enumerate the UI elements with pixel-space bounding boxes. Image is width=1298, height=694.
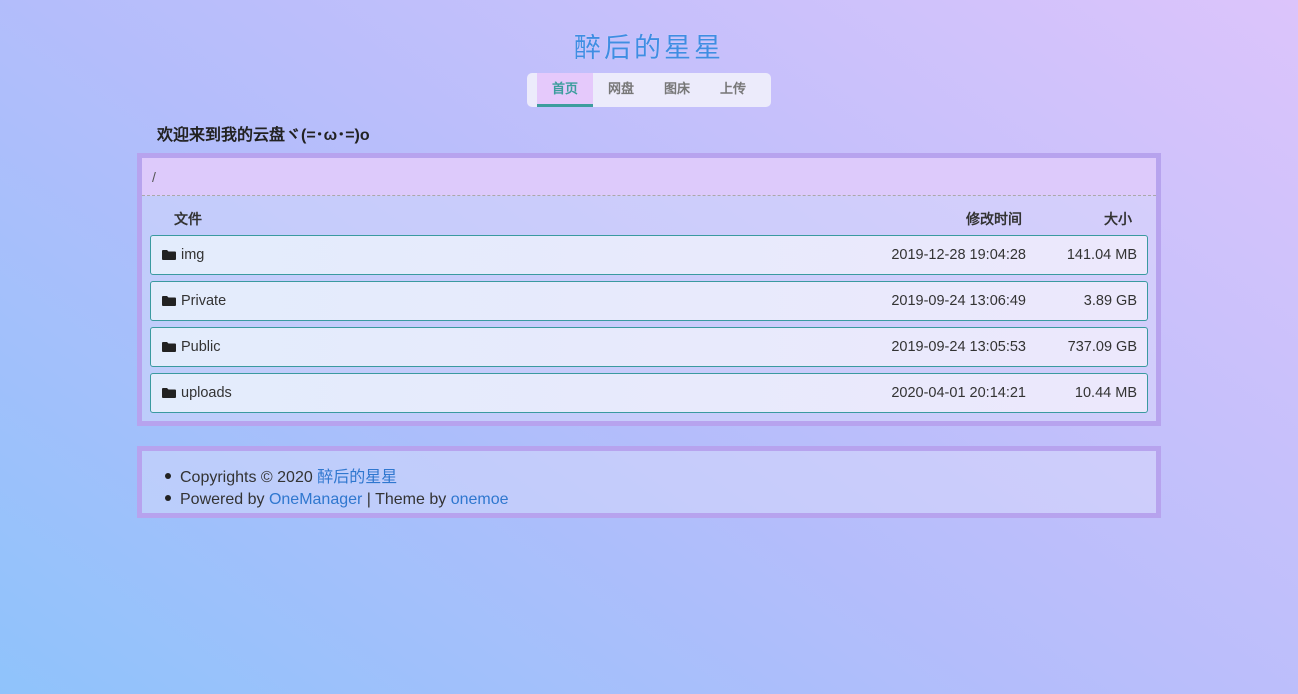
column-header-file[interactable]: 文件 [174, 209, 202, 229]
site-title[interactable]: 醉后的星星 [0, 26, 1298, 65]
file-name[interactable]: Private [181, 293, 226, 309]
onemoe-link[interactable]: onemoe [451, 491, 509, 508]
top-nav: 首页 网盘 图床 上传 [527, 73, 771, 107]
table-header: 文件 修改时间 大小 [142, 196, 1156, 234]
footer-powered: Powered by OneManager | Theme by onemoe [165, 491, 509, 509]
nav-item-drive[interactable]: 网盘 [593, 73, 649, 107]
welcome-message: 欢迎来到我的云盘ヾ(=･ω･=)o [157, 127, 370, 144]
folder-icon [162, 296, 176, 306]
file-modified: 2019-09-24 13:05:53 [891, 339, 1026, 355]
file-modified: 2019-12-28 19:04:28 [891, 247, 1026, 263]
file-size: 10.44 MB [1074, 385, 1137, 401]
table-row[interactable]: Public 2019-09-24 13:05:53 737.09 GB [150, 327, 1148, 367]
file-size: 3.89 GB [1083, 293, 1137, 309]
bullet-icon [165, 494, 171, 501]
bullet-icon [165, 472, 171, 479]
breadcrumb[interactable]: / [142, 158, 1156, 196]
file-list-panel: / 文件 修改时间 大小 img 2019-12-28 19:04:28 141… [137, 153, 1161, 426]
nav-item-image-host[interactable]: 图床 [649, 73, 705, 107]
nav-item-home[interactable]: 首页 [537, 73, 593, 107]
file-size: 737.09 GB [1067, 339, 1137, 355]
theme-text: | Theme by [366, 491, 447, 508]
table-row[interactable]: Private 2019-09-24 13:06:49 3.89 GB [150, 281, 1148, 321]
column-header-modified[interactable]: 修改时间 [966, 209, 1022, 229]
file-modified: 2020-04-01 20:14:21 [891, 385, 1026, 401]
folder-icon [162, 342, 176, 352]
folder-icon [162, 250, 176, 260]
table-row[interactable]: uploads 2020-04-01 20:14:21 10.44 MB [150, 373, 1148, 413]
powered-text: Powered by [180, 491, 265, 508]
copyright-text: Copyrights © 2020 [180, 469, 313, 486]
footer: Copyrights © 2020 醉后的星星 Powered by OneMa… [137, 446, 1161, 518]
site-home-link[interactable]: 醉后的星星 [317, 469, 397, 486]
table-row[interactable]: img 2019-12-28 19:04:28 141.04 MB [150, 235, 1148, 275]
nav-item-upload[interactable]: 上传 [705, 73, 761, 107]
onemanager-link[interactable]: OneManager [269, 491, 362, 508]
footer-copyright: Copyrights © 2020 醉后的星星 [165, 463, 397, 487]
file-name[interactable]: uploads [181, 385, 232, 401]
file-modified: 2019-09-24 13:06:49 [891, 293, 1026, 309]
column-header-size[interactable]: 大小 [1104, 209, 1132, 229]
file-name[interactable]: Public [181, 339, 221, 355]
file-size: 141.04 MB [1066, 247, 1137, 263]
file-name[interactable]: img [181, 247, 204, 263]
folder-icon [162, 388, 176, 398]
